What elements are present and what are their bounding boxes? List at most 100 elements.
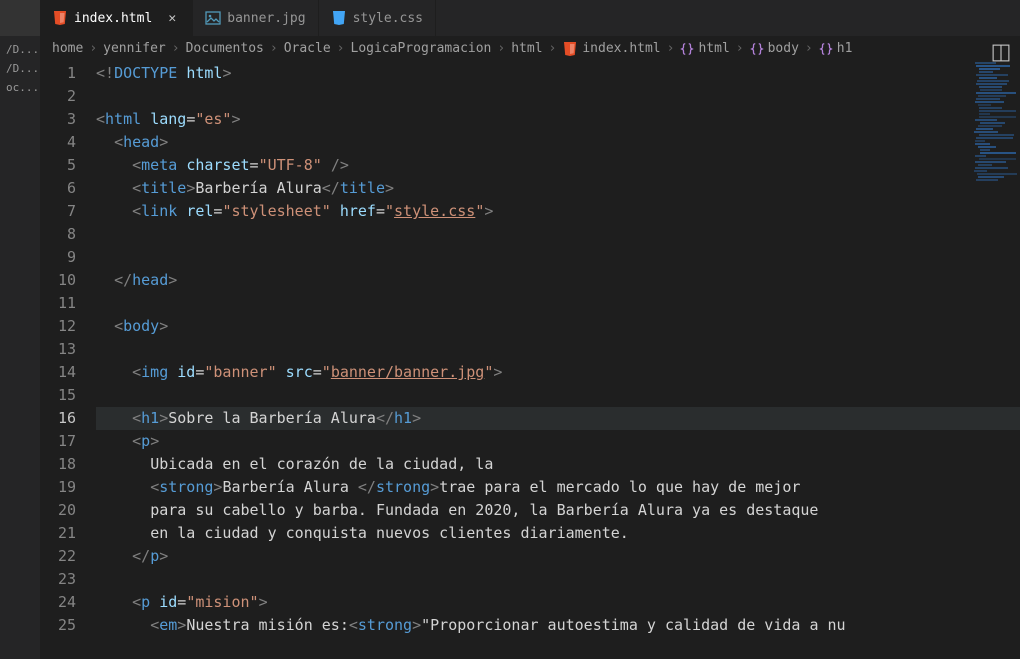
code-line-5[interactable]: <meta charset="UTF-8" /> xyxy=(96,154,1020,177)
chevron-right-icon: › xyxy=(270,41,278,56)
token: < xyxy=(114,317,123,335)
code-line-17[interactable]: <p> xyxy=(96,430,1020,453)
minimap-line xyxy=(980,149,990,151)
minimap-line xyxy=(980,89,1002,91)
minimap-line xyxy=(976,83,1007,85)
code-line-11[interactable] xyxy=(96,292,1020,315)
breadcrumb-label: LogicaProgramacion xyxy=(351,41,492,56)
breadcrumb-item[interactable]: Oracle xyxy=(284,41,331,56)
code-content[interactable]: <!DOCTYPE html><html lang="es"> <head> <… xyxy=(96,62,1020,659)
breadcrumb-item[interactable]: yennifer xyxy=(103,41,166,56)
code-line-4[interactable]: <head> xyxy=(96,131,1020,154)
token: > xyxy=(493,363,502,381)
token: head xyxy=(123,133,159,151)
code-line-6[interactable]: <title>Barbería Alura</title> xyxy=(96,177,1020,200)
main-row: /D.../D...oc... home›yennifer›Documentos… xyxy=(0,36,1020,659)
minimap-line xyxy=(978,164,993,166)
code-line-15[interactable] xyxy=(96,384,1020,407)
token: strong xyxy=(159,478,213,496)
code-line-21[interactable]: en la ciudad y conquista nuevos clientes… xyxy=(96,522,1020,545)
tab-index-html[interactable]: index.html✕ xyxy=(40,0,193,36)
token: > xyxy=(412,409,421,427)
code-line-3[interactable]: <html lang="es"> xyxy=(96,108,1020,131)
code-line-14[interactable]: <img id="banner" src="banner/banner.jpg"… xyxy=(96,361,1020,384)
activity-spacer xyxy=(0,0,40,36)
breadcrumb-item[interactable]: h1 xyxy=(819,41,853,56)
tab-banner-jpg[interactable]: banner.jpg xyxy=(193,0,318,36)
sidebar-item[interactable]: oc... xyxy=(0,78,40,97)
breadcrumb-item[interactable]: home xyxy=(52,41,83,56)
token: < xyxy=(132,432,141,450)
editor-area[interactable]: 1234567891011121314151617181920212223242… xyxy=(40,62,1020,659)
token: > xyxy=(159,409,168,427)
line-number: 20 xyxy=(40,499,76,522)
token: = xyxy=(177,593,186,611)
code-line-13[interactable] xyxy=(96,338,1020,361)
line-number: 11 xyxy=(40,292,76,315)
token: </ xyxy=(358,478,376,496)
code-line-18[interactable]: Ubicada en el corazón de la ciudad, la xyxy=(96,453,1020,476)
breadcrumb-item[interactable]: Documentos xyxy=(186,41,264,56)
code-line-10[interactable]: </head> xyxy=(96,269,1020,292)
token: h1 xyxy=(394,409,412,427)
token: body xyxy=(123,317,159,335)
minimap[interactable] xyxy=(970,62,1020,262)
code-line-12[interactable]: <body> xyxy=(96,315,1020,338)
code-line-1[interactable]: <!DOCTYPE html> xyxy=(96,62,1020,85)
breadcrumb-label: Documentos xyxy=(186,41,264,56)
code-line-2[interactable] xyxy=(96,85,1020,108)
code-line-20[interactable]: para su cabello y barba. Fundada en 2020… xyxy=(96,499,1020,522)
editor-layout-icon[interactable] xyxy=(992,44,1010,62)
sidebar-item[interactable]: /D... xyxy=(0,40,40,59)
token: lang xyxy=(150,110,186,128)
minimap-line xyxy=(979,113,989,115)
minimap-line xyxy=(978,95,1005,97)
line-number: 9 xyxy=(40,246,76,269)
token: > xyxy=(385,179,394,197)
minimap-line xyxy=(978,104,991,106)
code-line-9[interactable] xyxy=(96,246,1020,269)
token: " xyxy=(385,202,394,220)
breadcrumb-item[interactable]: index.html xyxy=(562,41,660,57)
token: > xyxy=(159,317,168,335)
token: > xyxy=(222,64,231,82)
code-line-16[interactable]: <h1>Sobre la Barbería Alura</h1> xyxy=(96,407,1020,430)
brace-icon xyxy=(750,42,764,56)
breadcrumb-item[interactable]: html xyxy=(680,41,729,56)
token: = xyxy=(250,156,259,174)
breadcrumb-item[interactable]: LogicaProgramacion xyxy=(351,41,492,56)
minimap-line xyxy=(979,71,993,73)
code-line-22[interactable]: </p> xyxy=(96,545,1020,568)
close-icon[interactable]: ✕ xyxy=(164,10,180,26)
editor-column: home›yennifer›Documentos›Oracle›LogicaPr… xyxy=(40,36,1020,659)
line-number: 25 xyxy=(40,614,76,637)
sidebar-item[interactable]: /D... xyxy=(0,59,40,78)
code-line-24[interactable]: <p id="mision"> xyxy=(96,591,1020,614)
line-number: 21 xyxy=(40,522,76,545)
token xyxy=(331,202,340,220)
breadcrumb-item[interactable]: body xyxy=(750,41,799,56)
line-number: 4 xyxy=(40,131,76,154)
line-number: 8 xyxy=(40,223,76,246)
minimap-line xyxy=(979,77,997,79)
tab-style-css[interactable]: style.css xyxy=(319,0,436,36)
token: > xyxy=(484,202,493,220)
code-line-25[interactable]: <em>Nuestra misión es:<strong>"Proporcio… xyxy=(96,614,1020,637)
token: strong xyxy=(376,478,430,496)
token: > xyxy=(186,179,195,197)
token: Barbería Alura xyxy=(195,179,321,197)
breadcrumb-label: html xyxy=(511,41,542,56)
code-line-8[interactable] xyxy=(96,223,1020,246)
code-line-7[interactable]: <link rel="stylesheet" href="style.css"> xyxy=(96,200,1020,223)
token: "Proporcionar autoestima y calidad de vi… xyxy=(421,616,845,634)
code-line-19[interactable]: <strong>Barbería Alura </strong>trae par… xyxy=(96,476,1020,499)
code-line-23[interactable] xyxy=(96,568,1020,591)
breadcrumb-item[interactable]: html xyxy=(511,41,542,56)
token: > xyxy=(159,133,168,151)
token: = xyxy=(186,110,195,128)
breadcrumb-label: home xyxy=(52,41,83,56)
breadcrumb[interactable]: home›yennifer›Documentos›Oracle›LogicaPr… xyxy=(40,36,1020,62)
minimap-line xyxy=(975,101,1003,103)
token: html xyxy=(186,64,222,82)
token: style.css xyxy=(394,202,475,220)
